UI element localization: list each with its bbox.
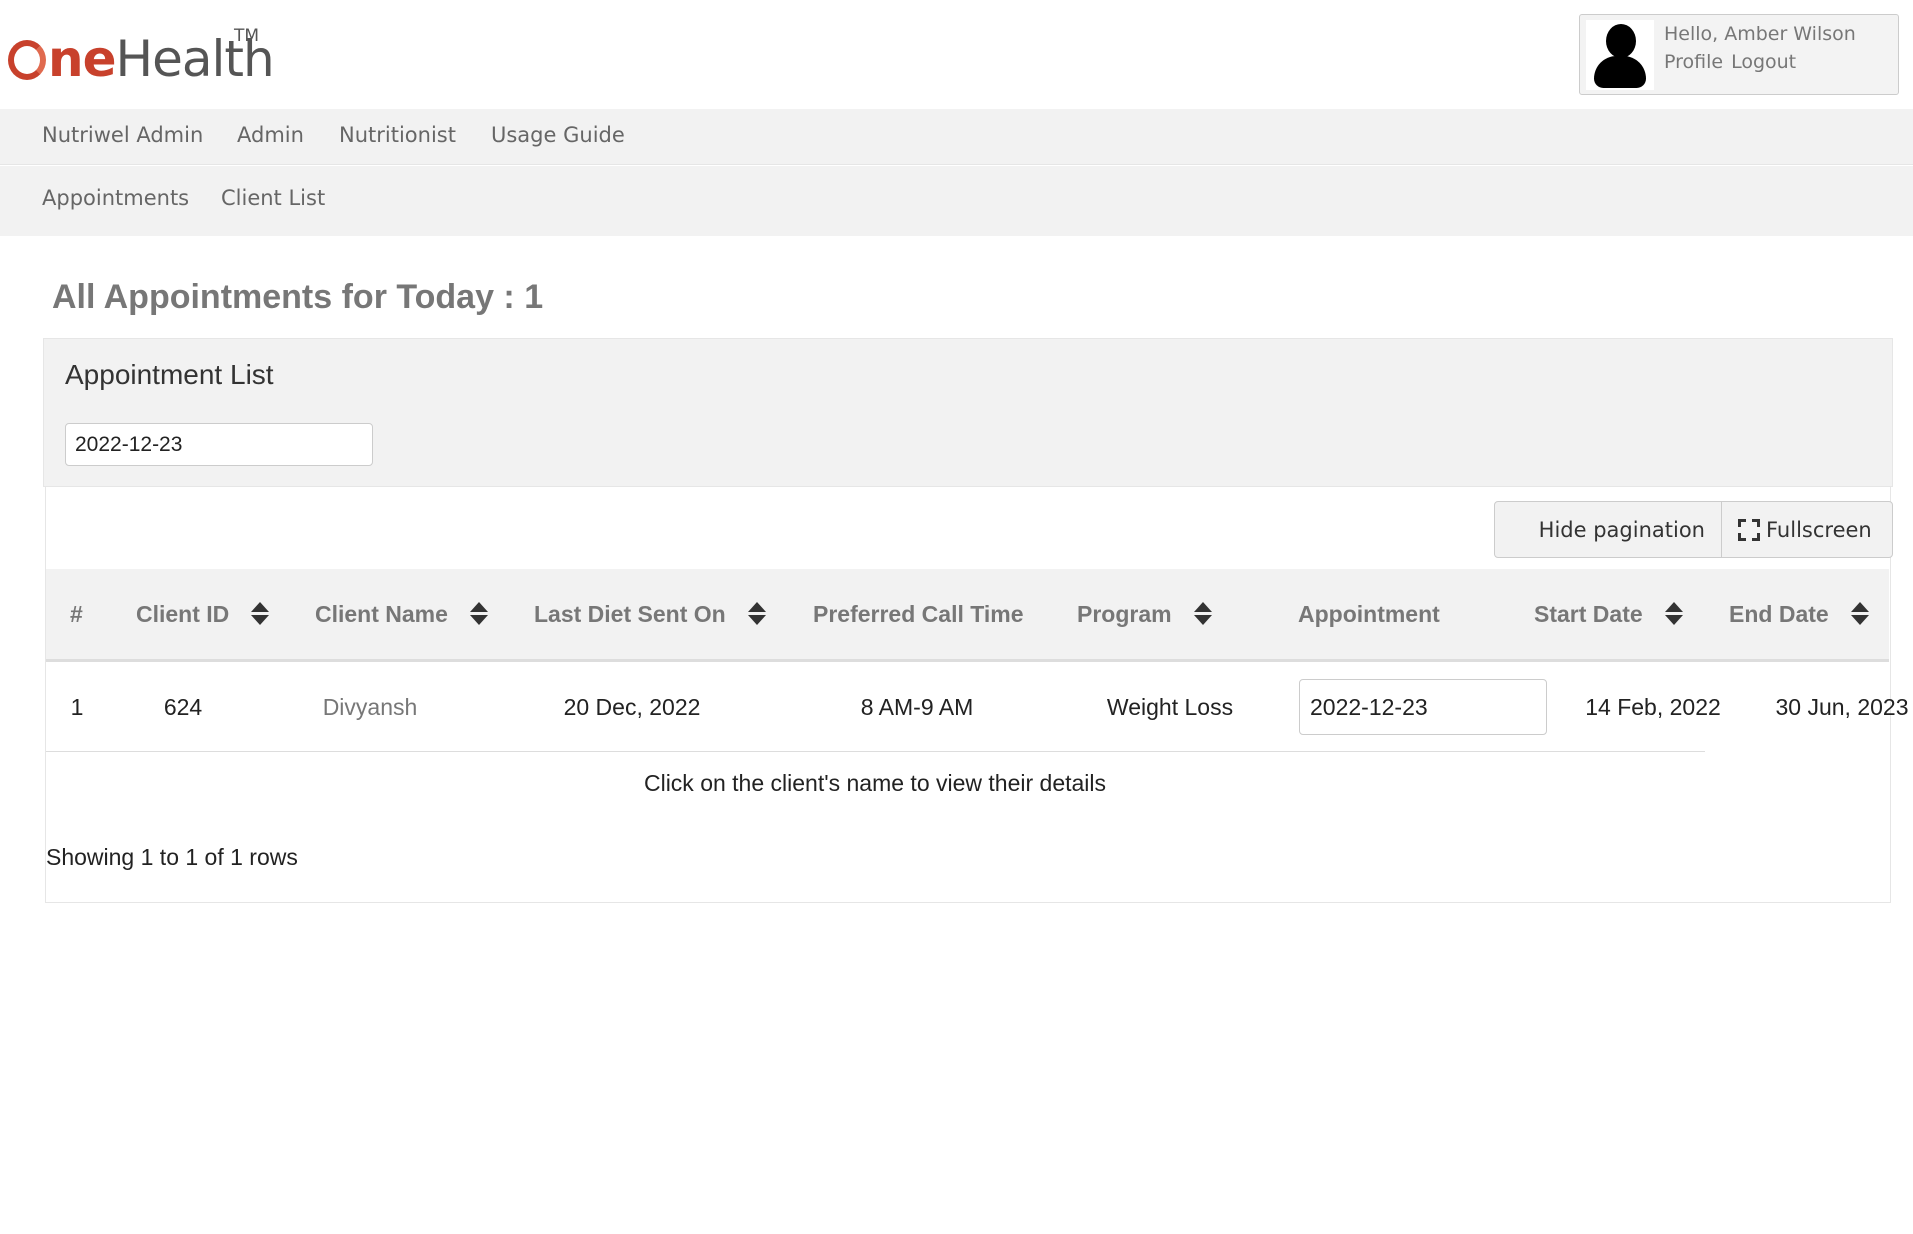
sort-icon[interactable] bbox=[747, 602, 766, 626]
sort-icon[interactable] bbox=[1664, 602, 1683, 626]
nav-usage-guide[interactable]: Usage Guide bbox=[491, 123, 625, 147]
nav-client-list[interactable]: Client List bbox=[221, 186, 325, 210]
column-header-last-diet[interactable]: Last Diet Sent On bbox=[534, 569, 766, 659]
page-title: All Appointments for Today : 1 bbox=[52, 278, 544, 316]
sort-icon[interactable] bbox=[1850, 602, 1869, 626]
cell-client-id: 624 bbox=[163, 693, 203, 720]
appointment-date-input[interactable] bbox=[1299, 679, 1547, 735]
client-name-link[interactable]: Divyansh bbox=[258, 662, 482, 752]
cell-start-date: 14 Feb, 2022 bbox=[1585, 693, 1721, 720]
column-header-end-date[interactable]: End Date bbox=[1729, 569, 1869, 659]
trademark-symbol: TM bbox=[234, 26, 260, 46]
fullscreen-icon bbox=[1738, 518, 1760, 541]
cell-appointment bbox=[1288, 662, 1558, 752]
column-header-program[interactable]: Program bbox=[1077, 569, 1212, 659]
user-name: Amber Wilson bbox=[1724, 23, 1856, 45]
column-header-client-name[interactable]: Client Name bbox=[315, 569, 488, 659]
panel-heading: Appointment List bbox=[43, 338, 1893, 487]
hide-pagination-button[interactable]: Hide pagination bbox=[1495, 502, 1722, 557]
logo-o-icon bbox=[8, 40, 46, 80]
column-header-number[interactable]: # bbox=[70, 569, 83, 659]
table-toolbar: Hide pagination Fullscreen bbox=[1494, 501, 1893, 558]
primary-nav: Nutriwel Admin Admin Nutritionist Usage … bbox=[0, 109, 1913, 165]
date-filter-input[interactable] bbox=[65, 423, 373, 466]
nav-admin[interactable]: Admin bbox=[237, 123, 304, 147]
avatar-icon bbox=[1586, 20, 1654, 90]
column-header-client-id[interactable]: Client ID bbox=[136, 569, 270, 659]
user-links: Profile Logout bbox=[1664, 51, 1804, 73]
sort-icon[interactable] bbox=[251, 602, 270, 626]
nav-appointments[interactable]: Appointments bbox=[42, 186, 189, 210]
user-panel: Hello, Amber Wilson Profile Logout bbox=[1579, 14, 1899, 95]
cell-call-time: 8 AM-9 AM bbox=[860, 693, 974, 720]
fullscreen-button[interactable]: Fullscreen bbox=[1722, 502, 1892, 557]
cell-end-date: 30 Jun, 2023 bbox=[1775, 693, 1909, 720]
column-header-start-date[interactable]: Start Date bbox=[1534, 569, 1683, 659]
cell-program: Weight Loss bbox=[1106, 693, 1234, 720]
profile-link[interactable]: Profile bbox=[1664, 51, 1723, 73]
panel-title: Appointment List bbox=[65, 359, 274, 390]
table-row: 1 624 Divyansh 20 Dec, 2022 8 AM-9 AM We… bbox=[46, 662, 1909, 752]
column-header-appointment[interactable]: Appointment bbox=[1298, 569, 1440, 659]
onehealth-logo[interactable]: neHealth TM bbox=[8, 26, 275, 90]
sort-icon[interactable] bbox=[469, 602, 488, 626]
greeting: Hello, Amber Wilson bbox=[1664, 23, 1856, 45]
app-header: neHealth TM Hello, Amber Wilson Profile Lo… bbox=[0, 0, 1913, 109]
column-header-call-time[interactable]: Preferred Call Time bbox=[813, 569, 1024, 659]
nav-nutriwel-admin[interactable]: Nutriwel Admin bbox=[42, 123, 203, 147]
secondary-nav: Appointments Client List bbox=[0, 166, 1913, 236]
cell-number: 1 bbox=[70, 693, 84, 720]
nav-nutritionist[interactable]: Nutritionist bbox=[339, 123, 456, 147]
table-hint: Click on the client's name to view their… bbox=[643, 770, 1107, 796]
pagination-info: Showing 1 to 1 of 1 rows bbox=[46, 844, 298, 870]
table-header: # Client ID Client Name Last Diet Sent O… bbox=[46, 569, 1889, 662]
sort-icon[interactable] bbox=[1193, 602, 1212, 626]
cell-last-diet: 20 Dec, 2022 bbox=[563, 693, 701, 720]
logout-link[interactable]: Logout bbox=[1731, 51, 1796, 73]
